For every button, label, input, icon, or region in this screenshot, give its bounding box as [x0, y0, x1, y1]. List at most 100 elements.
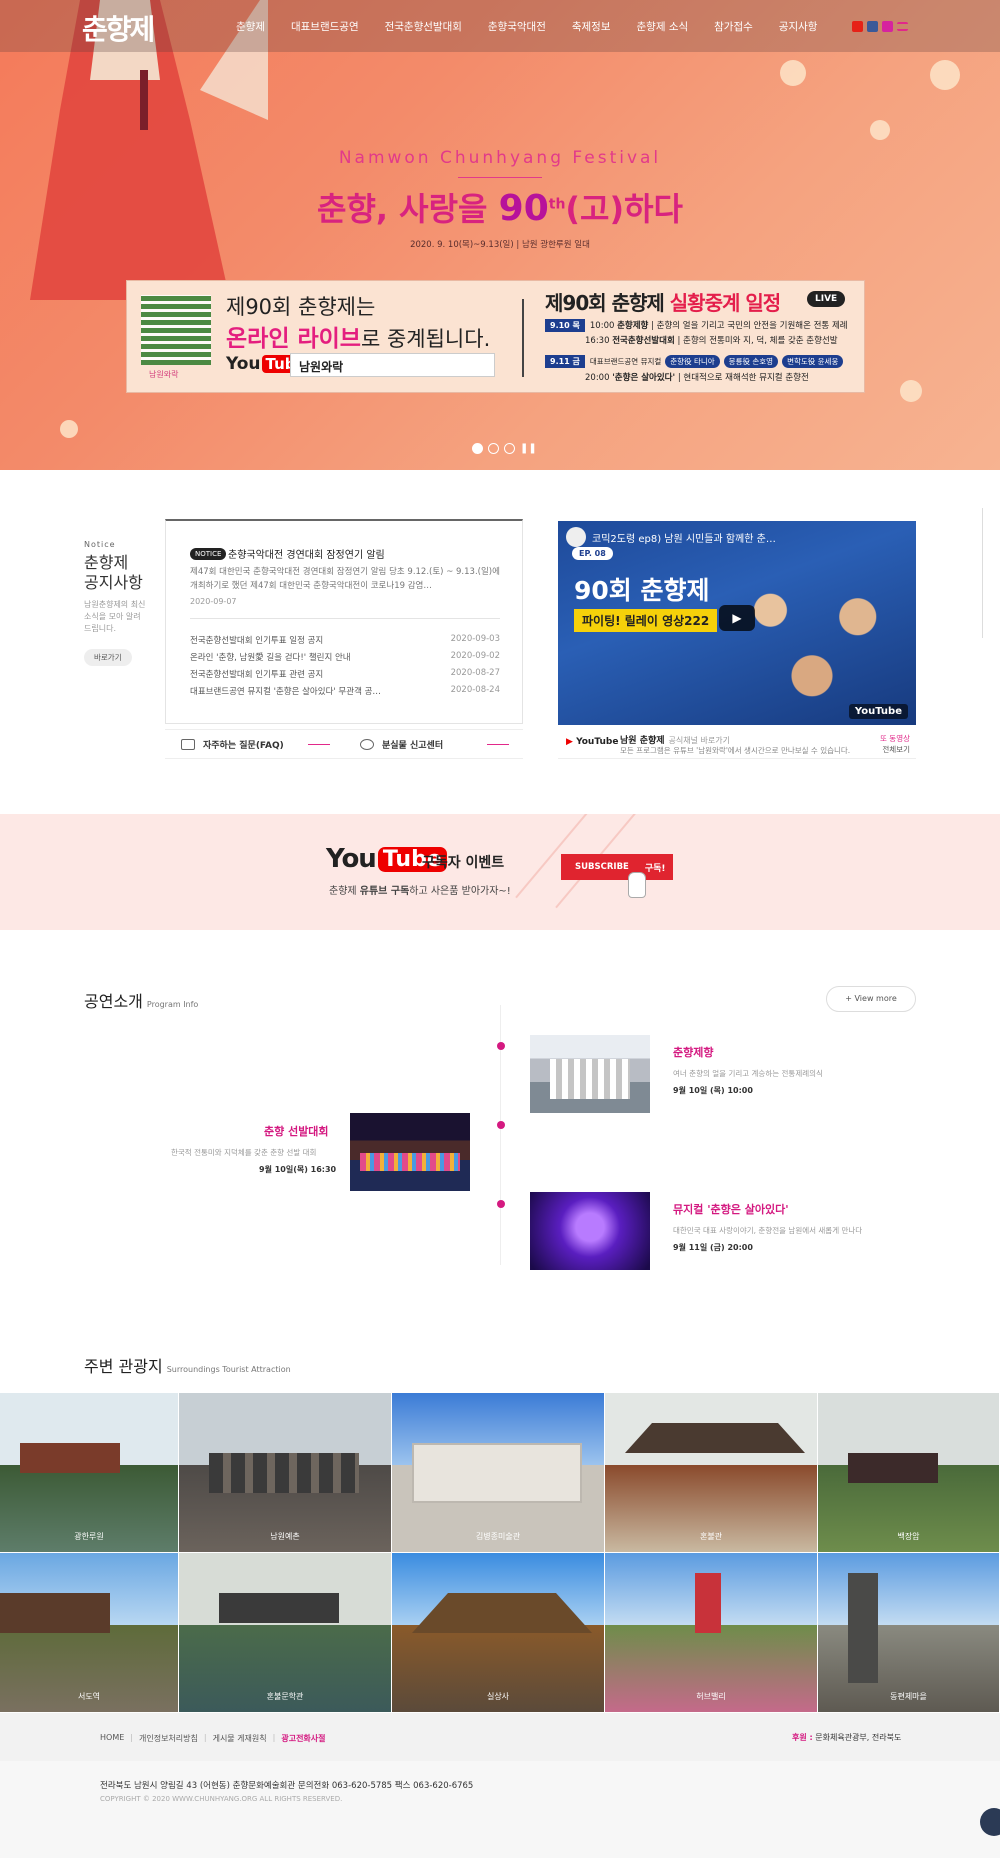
list-item-title: 온라인 '춘향, 남원愛 길을 걷다!' 챌린지 안내 [190, 653, 351, 663]
list-item[interactable]: 대표브랜드공연 뮤지컬 '춘향은 살아있다' 무관객 공… 2020-08-24 [190, 685, 500, 702]
subscribe-button[interactable]: SUBSCRIBE 구독! [561, 854, 673, 880]
faq-link[interactable]: 자주하는 질문(FAQ) [165, 730, 344, 758]
timeline-dot [497, 1121, 505, 1129]
facebook-icon[interactable] [867, 21, 878, 32]
footer-link-home[interactable]: HOME [100, 1733, 124, 1744]
list-item[interactable]: 온라인 '춘향, 남원愛 길을 걷다!' 챌린지 안내 2020-09-02 [190, 651, 500, 668]
attraction-tile[interactable]: 서도역 [0, 1553, 179, 1713]
nav-item-contest[interactable]: 전국춘향선발대회 [385, 19, 462, 34]
program-title-en: Program Info [146, 1000, 199, 1009]
nav-item-apply[interactable]: 참가접수 [714, 19, 753, 34]
program-desc: 한국적 전통미와 지덕체를 갖춘 춘향 선발 대회 [171, 1148, 317, 1157]
menu-icon[interactable] [897, 22, 908, 31]
youtube-video-player[interactable]: 코믹2도령 ep8) 남원 시민들과 함께한 춘… EP. 08 90회 춘향제… [558, 521, 916, 725]
list-item-title: 대표브랜드공연 뮤지컬 '춘향은 살아있다' 무관객 공… [190, 687, 381, 697]
slider-dot[interactable] [488, 443, 499, 454]
tile-building [412, 1443, 582, 1503]
attraction-tile[interactable]: 남원예촌 [179, 1393, 392, 1553]
notice-date: 2020-09-07 [190, 597, 237, 606]
program-when: 9월 10일(목) 16:30 [259, 1165, 337, 1174]
nav-item-brand-show[interactable]: 대표브랜드공연 [291, 19, 359, 34]
pause-icon[interactable]: ❚❚ [520, 443, 537, 454]
qr-caption: 남원와락 [149, 370, 179, 379]
footer-link-privacy[interactable]: 개인정보처리방침 [139, 1733, 198, 1744]
youtube-logo-you: You [226, 354, 261, 374]
hand-cursor-icon [628, 872, 646, 898]
attraction-tile[interactable]: 실상사 [392, 1553, 605, 1713]
program-title-rite[interactable]: 춘향제향 [673, 1044, 713, 1060]
slider-dot[interactable] [504, 443, 515, 454]
attraction-label: 서도역 [77, 1692, 101, 1701]
banner-line1: 제90회 춘향제는 [226, 295, 376, 319]
nav-item-chunhyangje[interactable]: 춘향제 [236, 19, 265, 34]
list-item[interactable]: 전국춘향선발대회 인기투표 일정 공지 2020-09-03 [190, 634, 500, 651]
lost-found-label: 분실물 신고센터 [382, 740, 444, 751]
list-item[interactable]: 전국춘향선발대회 인기투표 관련 공지 2020-08-27 [190, 668, 500, 685]
subscribe-event-banner: You Tube 구독자 이벤트 춘향제 유튜브 구독하고 사은품 받아가자~! … [0, 814, 1000, 930]
channel-shortcut[interactable]: 공식채널 바로가기 [669, 736, 730, 745]
attraction-tile[interactable]: 혼불문학관 [179, 1553, 392, 1713]
attraction-label: 김병종미술관 [475, 1532, 521, 1541]
nav-item-news[interactable]: 춘향제 소식 [637, 19, 689, 34]
notice-shortcut-button[interactable]: 바로가기 [84, 649, 132, 666]
channel-desc: 모든 프로그램은 유튜브 '남원와락'에서 생시간으로 만나보실 수 있습니다. [620, 746, 851, 755]
attraction-tile[interactable]: 동편제마을 [818, 1553, 1000, 1713]
program-section-title: 공연소개 Program Info [84, 988, 198, 1012]
program-title-contest[interactable]: 춘향 선발대회 [264, 1123, 329, 1139]
audio-icon[interactable] [980, 1808, 1000, 1836]
attraction-tile[interactable]: 김병종미술관 [392, 1393, 605, 1553]
footer-links-bar: HOME | 개인정보처리방침 | 게시물 게재원칙 | 광고전화사절 후원 : 문화… [0, 1713, 1000, 1761]
notice-headline[interactable]: 춘향국악대전 경연대회 잠정연기 알림 [228, 546, 385, 561]
attraction-tile[interactable]: 백장암 [818, 1393, 1000, 1553]
sponsor-label: 후원 : [792, 1733, 813, 1742]
hero-title-b: (고)하다 [565, 190, 683, 228]
nav-item-gugak[interactable]: 춘향국악대전 [488, 19, 546, 34]
program-image-musical[interactable] [530, 1192, 650, 1270]
attractions-section-title: 주변 관광지 Surroundings Tourist Attraction [84, 1353, 291, 1377]
channel-avatar [566, 527, 586, 547]
play-icon[interactable]: ▶ [719, 605, 755, 631]
blossom-decor [60, 420, 78, 438]
live-broadcast-banner[interactable]: 남원와락 제90회 춘향제는 온라인 라이브로 중계됩니다. You Tube 남… [126, 280, 865, 393]
youtube-small-logo: ▶ YouTube [566, 737, 619, 747]
separator: | [203, 1733, 207, 1742]
nav-item-info[interactable]: 축제정보 [572, 19, 611, 34]
schedule-row: 9.10 목 10:00 춘향제향 | 춘향의 얼을 기리고 국민의 안전을 기원… [545, 319, 848, 332]
side-tab[interactable] [982, 508, 1000, 638]
tile-building [209, 1453, 359, 1493]
site-logo[interactable]: 춘향제 [82, 8, 155, 48]
attraction-tile[interactable]: 광한루원 [0, 1393, 179, 1553]
youtube-icon[interactable] [852, 21, 863, 32]
hero-banner: 춘향제 춘향제 대표브랜드공연 전국춘향선발대회 춘향국악대전 축제정보 춘향제… [0, 0, 1000, 470]
schedule-title-b: 실황중계 일정 [669, 291, 781, 315]
tile-sky [818, 1553, 999, 1625]
footer-link-no-ads[interactable]: 광고전화사절 [281, 1733, 325, 1744]
view-more-button[interactable]: + View more [826, 986, 916, 1012]
subscribe-desc: 춘향제 유튜브 구독하고 사은품 받아가자~! [329, 882, 511, 897]
list-item-date: 2020-08-27 [450, 668, 500, 678]
instagram-icon[interactable] [882, 21, 893, 32]
video-headline: 90회 춘향제 [574, 576, 710, 605]
program-title-musical[interactable]: 뮤지컬 '춘향은 살아있다' [673, 1201, 789, 1217]
list-item-date: 2020-08-24 [450, 685, 500, 695]
banner-line2-strong: 온라인 라이브 [226, 326, 361, 352]
sponsor-info: 후원 : 문화체육관광부, 전라북도 [792, 1732, 901, 1743]
program-image-rite[interactable] [530, 1035, 650, 1113]
tile-building [20, 1443, 120, 1473]
nav-item-notice[interactable]: 공지사항 [779, 19, 818, 34]
notice-body[interactable]: 제47회 대한민국 춘향국악대전 경연대회 잠정연기 알림 당초 9.12.(토… [190, 565, 510, 593]
attraction-label: 백장암 [897, 1532, 920, 1541]
tile-building [0, 1593, 110, 1633]
youtube-badge: YouTube [848, 704, 908, 719]
lost-found-link[interactable]: 분실물 신고센터 [344, 730, 523, 758]
hero-divider [458, 177, 542, 178]
attraction-tile[interactable]: 혼불관 [605, 1393, 818, 1553]
tile-windmill [695, 1573, 721, 1633]
all-videos-link[interactable]: 또 동영상 전체보기 [880, 733, 910, 755]
program-title: 공연소개 [84, 992, 143, 1011]
slider-dot[interactable] [472, 443, 483, 454]
schedule-time: 10:00 [589, 321, 615, 331]
program-image-contest[interactable] [350, 1113, 470, 1191]
attraction-tile[interactable]: 허브밸리 [605, 1553, 818, 1713]
footer-link-posting-policy[interactable]: 게시물 게재원칙 [213, 1733, 267, 1744]
